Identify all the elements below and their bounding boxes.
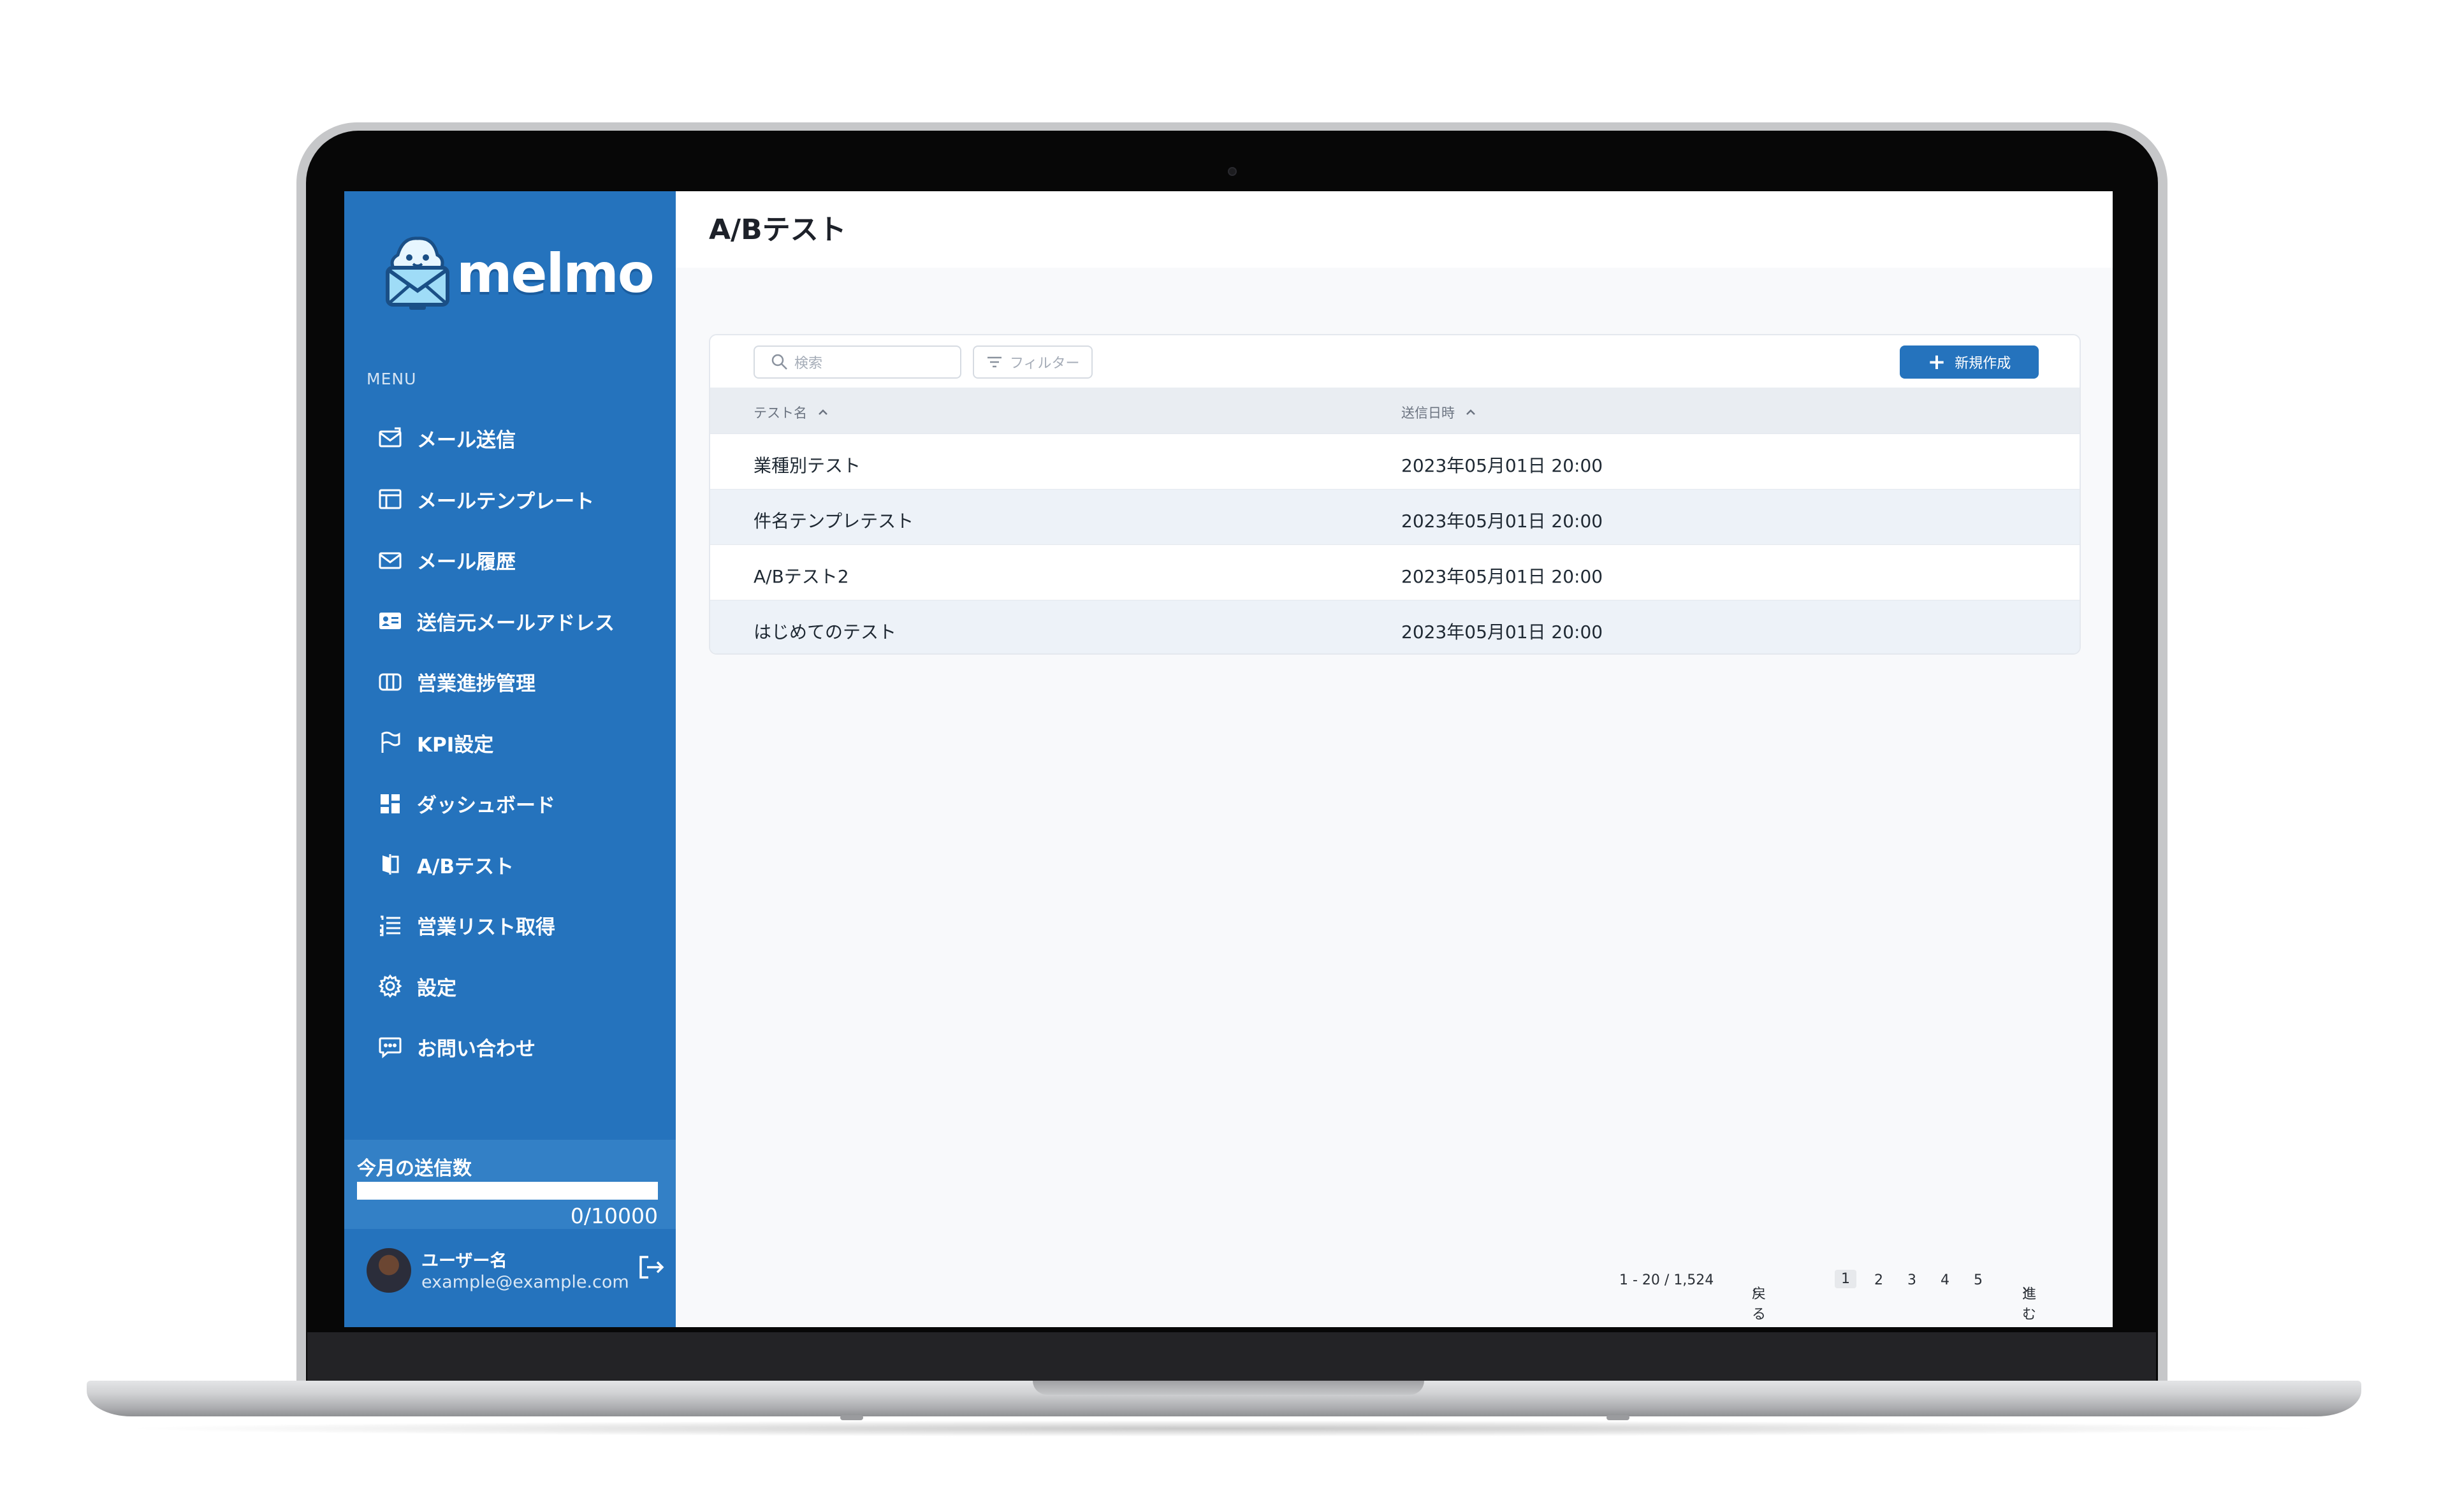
sidebar-item-label: 設定	[417, 977, 456, 1000]
sent-at-cell: 2023年05月01日 20:00	[1401, 622, 1603, 643]
sidebar-item-ab-test[interactable]: A/Bテスト	[344, 834, 676, 896]
filter-button[interactable]: フィルター	[973, 345, 1093, 379]
list-icon	[376, 912, 404, 940]
sidebar-item-label: お問い合わせ	[417, 1038, 536, 1061]
sent-at-cell: 2023年05月01日 20:00	[1401, 455, 1603, 476]
laptop-notch	[1033, 1381, 1424, 1395]
main-content: A/Bテスト 検索 フィルター + 新規作成 テスト名 送信日時 業種別テスト …	[676, 191, 2113, 1327]
sent-at-cell: 2023年05月01日 20:00	[1401, 511, 1603, 532]
column-header-test-name[interactable]: テスト名	[754, 403, 830, 422]
table-row[interactable]: A/Bテスト2 2023年05月01日 20:00	[710, 544, 2080, 600]
table-toolbar: 検索 フィルター + 新規作成	[710, 335, 2080, 388]
page-button[interactable]: 2	[1874, 1272, 1883, 1288]
dashboard-icon	[376, 790, 404, 818]
screen: melmo MENU メール送信 メールテンプレート メール履歴 送信元メールア…	[344, 191, 2113, 1327]
user-profile: ユーザー名 example@example.com	[367, 1244, 666, 1295]
header: A/Bテスト	[676, 191, 2113, 268]
logo-text: melmo	[456, 242, 655, 305]
sidebar-item-sales-list[interactable]: 営業リスト取得	[344, 895, 676, 956]
flag-icon	[376, 729, 404, 757]
sort-ascending-icon	[1466, 409, 1475, 415]
kanban-icon	[376, 668, 404, 696]
table-row[interactable]: 件名テンプレテスト 2023年05月01日 20:00	[710, 489, 2080, 544]
sidebar-item-label: メール履歴	[417, 551, 516, 574]
pagination: 1 - 20 / 1,524 ‹ 戻る 1 2 3 4 5 進む ›	[676, 1262, 2113, 1323]
sidebar-item-sender-address[interactable]: 送信元メールアドレス	[344, 591, 676, 652]
new-test-button[interactable]: + 新規作成	[1900, 345, 2039, 379]
test-name-cell: 件名テンプレテスト	[754, 511, 914, 532]
column-label: 送信日時	[1401, 405, 1455, 421]
sidebar-nav: メール送信 メールテンプレート メール履歴 送信元メールアドレス 営業進捗管理 …	[344, 408, 676, 1078]
gear-icon	[376, 972, 404, 1000]
page-button-current[interactable]: 1	[1835, 1270, 1856, 1288]
sidebar-item-settings[interactable]: 設定	[344, 956, 676, 1017]
plus-icon: +	[1927, 349, 1946, 375]
table-header: テスト名 送信日時	[710, 388, 2080, 433]
template-icon	[376, 485, 404, 513]
logout-icon[interactable]	[636, 1252, 666, 1283]
mail-icon	[376, 546, 404, 574]
camera-icon	[1228, 167, 1237, 176]
column-label: テスト名	[754, 405, 807, 421]
menu-heading: MENU	[367, 370, 417, 388]
sidebar-item-label: KPI設定	[417, 733, 494, 757]
sidebar-item-label: A/Bテスト	[417, 855, 514, 878]
filter-label: フィルター	[1010, 356, 1080, 372]
test-name-cell: はじめてのテスト	[754, 622, 897, 643]
ab-test-icon	[376, 850, 404, 878]
usage-title: 今月の送信数	[357, 1158, 472, 1180]
sidebar-item-label: メールテンプレート	[417, 490, 595, 513]
id-card-icon	[376, 607, 404, 635]
sidebar-item-kpi[interactable]: KPI設定	[344, 713, 676, 774]
user-name: ユーザー名	[421, 1251, 507, 1271]
sidebar-item-label: ダッシュボード	[417, 794, 555, 818]
user-email: example@example.com	[421, 1272, 629, 1292]
prev-label: 戻る	[1752, 1286, 1767, 1323]
test-name-cell: A/Bテスト2	[754, 566, 849, 587]
column-header-sent-at[interactable]: 送信日時	[1401, 403, 1478, 422]
page-button[interactable]: 3	[1907, 1272, 1916, 1288]
sidebar-item-mail-send[interactable]: メール送信	[344, 408, 676, 469]
usage-progress-bar	[357, 1182, 658, 1200]
mail-send-icon	[376, 425, 404, 453]
sidebar: melmo MENU メール送信 メールテンプレート メール履歴 送信元メールア…	[344, 191, 676, 1327]
sidebar-item-contact[interactable]: お問い合わせ	[344, 1017, 676, 1078]
laptop-shadow	[115, 1420, 2333, 1437]
laptop-foot	[840, 1415, 863, 1420]
sidebar-item-label: 営業リスト取得	[417, 916, 555, 940]
sort-ascending-icon	[819, 409, 827, 415]
usage-count: 0/10000	[570, 1203, 658, 1228]
sent-at-cell: 2023年05月01日 20:00	[1401, 566, 1603, 587]
sidebar-item-dashboard[interactable]: ダッシュボード	[344, 773, 676, 834]
table-row[interactable]: はじめてのテスト 2023年05月01日 20:00	[710, 600, 2080, 653]
sidebar-item-sales-progress[interactable]: 営業進捗管理	[344, 651, 676, 713]
page-button[interactable]: 4	[1941, 1272, 1949, 1288]
sidebar-item-label: メール送信	[417, 429, 516, 453]
sidebar-item-mail-history[interactable]: メール履歴	[344, 530, 676, 591]
pagination-range: 1 - 20 / 1,524	[1619, 1272, 1714, 1288]
test-name-cell: 業種別テスト	[754, 455, 861, 476]
sidebar-item-mail-template[interactable]: メールテンプレート	[344, 469, 676, 530]
search-placeholder: 検索	[794, 356, 823, 372]
search-input[interactable]: 検索	[754, 345, 961, 379]
laptop-foot	[1606, 1415, 1629, 1420]
table-row[interactable]: 業種別テスト 2023年05月01日 20:00	[710, 433, 2080, 489]
filter-icon	[987, 356, 1002, 368]
search-icon	[771, 354, 787, 370]
monthly-usage: 今月の送信数 0/10000	[344, 1140, 676, 1229]
chat-icon	[376, 1033, 404, 1061]
chevron-right-icon: ›	[2022, 1283, 2028, 1298]
page-button[interactable]: 5	[1974, 1272, 1983, 1288]
melmo-logo-icon	[386, 236, 449, 310]
new-button-label: 新規作成	[1955, 356, 2011, 372]
page-title: A/Bテスト	[709, 214, 847, 246]
sidebar-item-label: 営業進捗管理	[417, 672, 536, 696]
ab-test-table-card: 検索 フィルター + 新規作成 テスト名 送信日時 業種別テスト 2023年05…	[709, 334, 2081, 655]
avatar[interactable]	[367, 1248, 411, 1293]
sidebar-item-label: 送信元メールアドレス	[417, 611, 615, 635]
logo[interactable]: melmo	[384, 231, 655, 312]
